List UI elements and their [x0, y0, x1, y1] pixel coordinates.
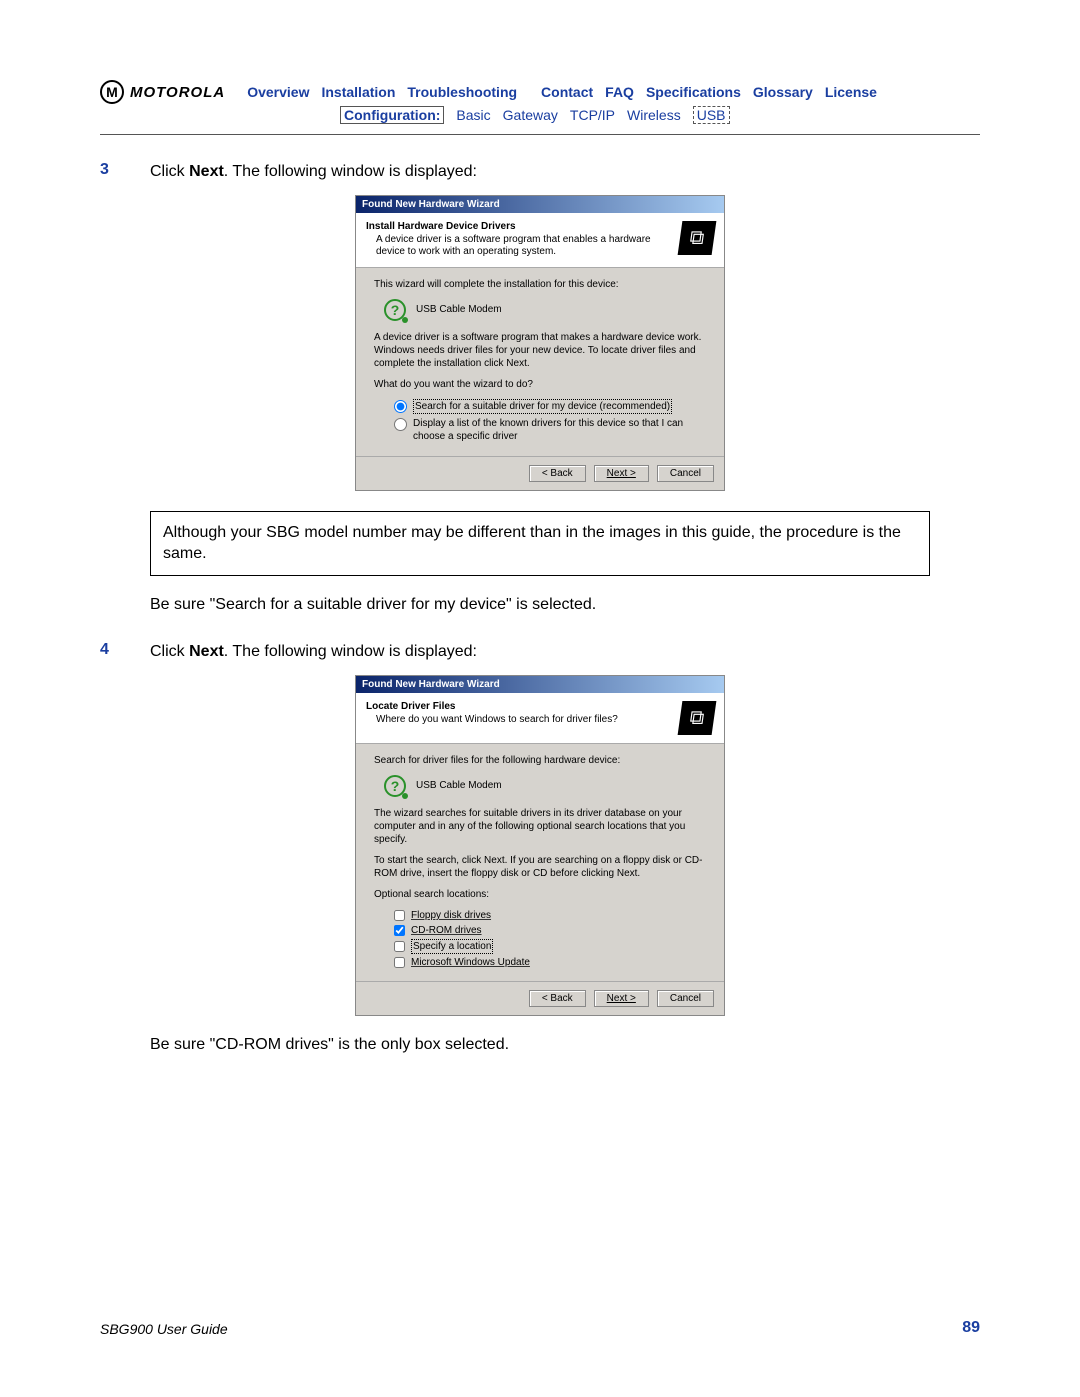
radio-list-drivers[interactable]	[394, 418, 407, 431]
nav-contact[interactable]: Contact	[541, 84, 593, 100]
wizard-1-option-search[interactable]: Search for a suitable driver for my devi…	[394, 399, 706, 414]
wizard-1-opt1-label: Search for a suitable driver for my devi…	[413, 399, 672, 414]
step-4-number: 4	[100, 641, 150, 663]
instruction-cdrom-only: Be sure "CD-ROM drives" is the only box …	[150, 1034, 980, 1056]
wizard-2-titlebar: Found New Hardware Wizard	[356, 676, 724, 693]
check-windows-update[interactable]: Microsoft Windows Update	[394, 956, 706, 969]
check-cdrom[interactable]: CD-ROM drives	[394, 924, 706, 937]
wizard-2-device: USB Cable Modem	[416, 779, 502, 792]
subnav-configuration[interactable]: Configuration:	[340, 106, 444, 124]
wizard-1-head-title: Install Hardware Device Drivers	[366, 221, 672, 232]
wizard-1-option-list[interactable]: Display a list of the known drivers for …	[394, 417, 706, 443]
subnav-basic[interactable]: Basic	[456, 107, 490, 123]
wizard-1: Found New Hardware Wizard Install Hardwa…	[355, 195, 725, 491]
wizard-2-p1: Search for driver files for the followin…	[374, 754, 706, 767]
wizard-1-p3: What do you want the wizard to do?	[374, 378, 706, 391]
step-3-post: . The following window is displayed:	[224, 163, 477, 180]
step-3-number: 3	[100, 161, 150, 183]
cancel-button[interactable]: Cancel	[657, 465, 714, 482]
label-specify: Specify a location	[411, 939, 493, 954]
wizard-1-p1: This wizard will complete the installati…	[374, 278, 706, 291]
instruction-search-selected: Be sure "Search for a suitable driver fo…	[150, 594, 980, 616]
check-floppy[interactable]: Floppy disk drives	[394, 909, 706, 922]
subnav-gateway[interactable]: Gateway	[503, 107, 558, 123]
wizard-2-p2: The wizard searches for suitable drivers…	[374, 807, 706, 846]
driver-badge-icon: ⧉	[678, 221, 717, 255]
wizard-2-body: Search for driver files for the followin…	[356, 744, 724, 981]
next-button[interactable]: Next >	[594, 465, 649, 482]
question-icon: ?	[384, 299, 406, 321]
subnav-wireless[interactable]: Wireless	[627, 107, 681, 123]
wizard-1-buttons: < Back Next > Cancel	[356, 456, 724, 490]
step-3: 3 Click Next. The following window is di…	[100, 161, 980, 183]
step-3-pre: Click	[150, 163, 189, 180]
step-4-bold: Next	[189, 643, 224, 660]
checkbox-windows-update[interactable]	[394, 957, 405, 968]
driver-badge-icon: ⧉	[678, 701, 717, 735]
wizard-2-head-title: Locate Driver Files	[366, 701, 672, 712]
nav-troubleshooting[interactable]: Troubleshooting	[407, 84, 517, 100]
label-floppy: Floppy disk drives	[411, 909, 491, 922]
nav-installation[interactable]: Installation	[321, 84, 395, 100]
footer-title: SBG900 User Guide	[100, 1321, 228, 1337]
cancel-button[interactable]: Cancel	[657, 990, 714, 1007]
page-header: M MOTOROLA Overview Installation Trouble…	[100, 80, 980, 104]
nav-overview[interactable]: Overview	[247, 84, 309, 100]
page-footer: SBG900 User Guide 89	[100, 1319, 980, 1337]
wizard-1-head-sub: A device driver is a software program th…	[366, 234, 672, 259]
label-windows-update: Microsoft Windows Update	[411, 956, 530, 969]
logo-icon: M	[100, 80, 124, 104]
radio-search-driver[interactable]	[394, 400, 407, 413]
nav-license[interactable]: License	[825, 84, 877, 100]
top-nav: Overview Installation Troubleshooting Co…	[247, 84, 877, 100]
wizard-2-p4: Optional search locations:	[374, 888, 706, 901]
question-icon: ?	[384, 775, 406, 797]
back-button-label: < Back	[542, 993, 573, 1004]
wizard-1-header: Install Hardware Device Drivers A device…	[356, 213, 724, 268]
step-4-pre: Click	[150, 643, 189, 660]
wizard-2-p3: To start the search, click Next. If you …	[374, 854, 706, 880]
wizard-2-head-sub: Where do you want Windows to search for …	[366, 714, 672, 727]
label-cdrom: CD-ROM drives	[411, 924, 482, 937]
checkbox-specify[interactable]	[394, 941, 405, 952]
step-3-bold: Next	[189, 163, 224, 180]
page-number: 89	[962, 1319, 980, 1337]
next-button-label: Next >	[607, 468, 636, 479]
sub-nav: Configuration: Basic Gateway TCP/IP Wire…	[340, 106, 980, 124]
check-specify[interactable]: Specify a location	[394, 939, 706, 954]
wizard-2-header: Locate Driver Files Where do you want Wi…	[356, 693, 724, 744]
back-button[interactable]: < Back	[529, 465, 586, 482]
header-divider	[100, 134, 980, 135]
nav-glossary[interactable]: Glossary	[753, 84, 813, 100]
wizard-1-body: This wizard will complete the installati…	[356, 268, 724, 456]
wizard-1-titlebar: Found New Hardware Wizard	[356, 196, 724, 213]
note-box: Although your SBG model number may be di…	[150, 511, 930, 576]
step-4: 4 Click Next. The following window is di…	[100, 641, 980, 663]
nav-specifications[interactable]: Specifications	[646, 84, 741, 100]
step-3-text: Click Next. The following window is disp…	[150, 161, 477, 183]
logo-text: MOTOROLA	[130, 84, 225, 101]
back-button[interactable]: < Back	[529, 990, 586, 1007]
logo-glyph: M	[106, 84, 118, 100]
subnav-usb[interactable]: USB	[693, 106, 730, 124]
nav-faq[interactable]: FAQ	[605, 84, 634, 100]
wizard-1-p2: A device driver is a software program th…	[374, 331, 706, 370]
brand-logo: M MOTOROLA	[100, 80, 225, 104]
back-button-label: < Back	[542, 468, 573, 479]
cancel-button-label: Cancel	[670, 468, 701, 479]
checkbox-cdrom[interactable]	[394, 925, 405, 936]
subnav-tcpip[interactable]: TCP/IP	[570, 107, 615, 123]
step-4-text: Click Next. The following window is disp…	[150, 641, 477, 663]
wizard-1-opt2-label: Display a list of the known drivers for …	[413, 417, 706, 443]
next-button[interactable]: Next >	[594, 990, 649, 1007]
cancel-button-label: Cancel	[670, 993, 701, 1004]
wizard-2-buttons: < Back Next > Cancel	[356, 981, 724, 1015]
next-button-label: Next >	[607, 993, 636, 1004]
wizard-1-device: USB Cable Modem	[416, 303, 502, 316]
step-4-post: . The following window is displayed:	[224, 643, 477, 660]
checkbox-floppy[interactable]	[394, 910, 405, 921]
wizard-2: Found New Hardware Wizard Locate Driver …	[355, 675, 725, 1016]
